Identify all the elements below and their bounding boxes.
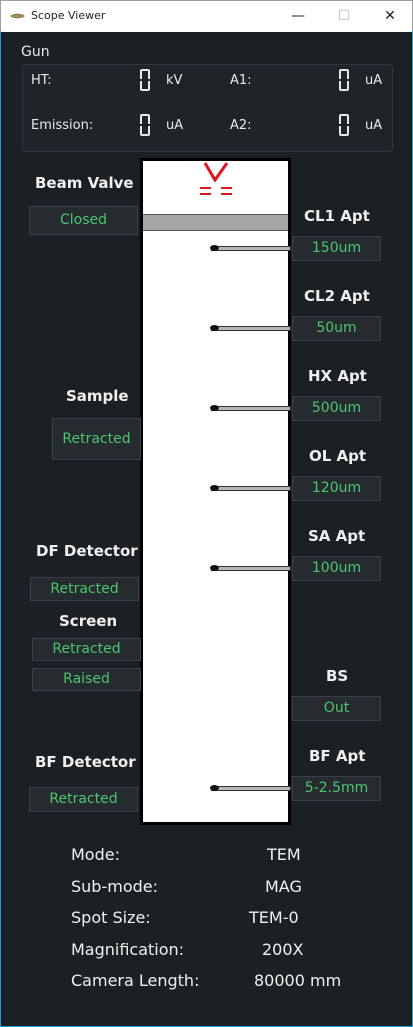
df-detector-value[interactable]: Retracted	[30, 577, 139, 601]
mode-label: Mode:	[71, 845, 120, 864]
title-bar: Scope Viewer — ☐ ✕	[0, 0, 413, 32]
bf-aperture-value[interactable]: 5-2.5mm	[292, 776, 381, 801]
mode-value: TEM	[267, 845, 301, 864]
spot-size-value: TEM-0	[249, 908, 299, 927]
hx-aperture-label: HX Apt	[308, 367, 367, 385]
df-detector-label: DF Detector	[36, 542, 138, 560]
gun-section-label: Gun	[21, 44, 50, 60]
emission-label: Emission:	[31, 118, 94, 133]
a1-readout	[339, 69, 349, 91]
ol-aperture-value[interactable]: 120um	[292, 476, 381, 501]
beam-valve-value[interactable]: Closed	[29, 206, 138, 235]
cl1-aperture-value[interactable]: 150um	[292, 236, 381, 261]
ol-aperture-rod	[210, 485, 291, 491]
bf-aperture-rod	[210, 785, 291, 791]
minimize-button[interactable]: —	[286, 5, 310, 27]
screen-state-value[interactable]: Raised	[32, 668, 141, 691]
hx-aperture-rod	[210, 405, 291, 411]
ht-readout	[140, 69, 150, 91]
sample-value[interactable]: Retracted	[52, 418, 141, 460]
ol-aperture-label: OL Apt	[309, 447, 367, 465]
ht-label: HT:	[31, 73, 52, 88]
cl2-aperture-value[interactable]: 50um	[292, 316, 381, 341]
window-title: Scope Viewer	[31, 9, 106, 22]
ht-unit: kV	[166, 73, 183, 88]
screen-position-value[interactable]: Retracted	[32, 638, 141, 661]
bf-detector-value[interactable]: Retracted	[29, 787, 138, 812]
bf-detector-label: BF Detector	[35, 753, 136, 771]
sa-aperture-rod	[210, 565, 291, 571]
camera-length-label: Camera Length:	[71, 971, 200, 990]
beam-valve-label: Beam Valve	[35, 174, 134, 192]
emission-unit: uA	[166, 118, 184, 133]
cl2-aperture-rod	[210, 325, 291, 331]
cl2-aperture-label: CL2 Apt	[304, 287, 370, 305]
electron-gun-icon	[200, 162, 232, 195]
submode-label: Sub-mode:	[71, 877, 158, 896]
column-diagram	[140, 158, 291, 825]
magnification-value: 200X	[262, 940, 304, 959]
screen-label: Screen	[59, 612, 118, 630]
submode-value: MAG	[265, 877, 302, 896]
a2-readout	[339, 114, 349, 136]
bf-aperture-label: BF Apt	[309, 747, 366, 765]
a2-label: A2:	[230, 118, 252, 133]
gun-panel	[22, 64, 393, 152]
cl1-aperture-label: CL1 Apt	[304, 207, 370, 225]
sample-label: Sample	[66, 387, 129, 405]
a1-unit: uA	[365, 73, 383, 88]
spot-size-label: Spot Size:	[71, 908, 151, 927]
close-button[interactable]: ✕	[378, 5, 402, 27]
emission-readout	[140, 114, 150, 136]
hx-aperture-value[interactable]: 500um	[292, 396, 381, 421]
beam-stop-label: BS	[326, 667, 349, 685]
app-icon	[10, 13, 25, 19]
a1-label: A1:	[230, 73, 252, 88]
sa-aperture-label: SA Apt	[308, 527, 366, 545]
maximize-button[interactable]: ☐	[332, 5, 356, 27]
beam-stop-value[interactable]: Out	[292, 696, 381, 721]
sa-aperture-value[interactable]: 100um	[292, 556, 381, 581]
cl1-aperture-rod	[210, 245, 291, 251]
beam-valve-bar	[143, 214, 288, 231]
magnification-label: Magnification:	[71, 940, 185, 959]
camera-length-value: 80000 mm	[254, 971, 342, 990]
a2-unit: uA	[365, 118, 383, 133]
